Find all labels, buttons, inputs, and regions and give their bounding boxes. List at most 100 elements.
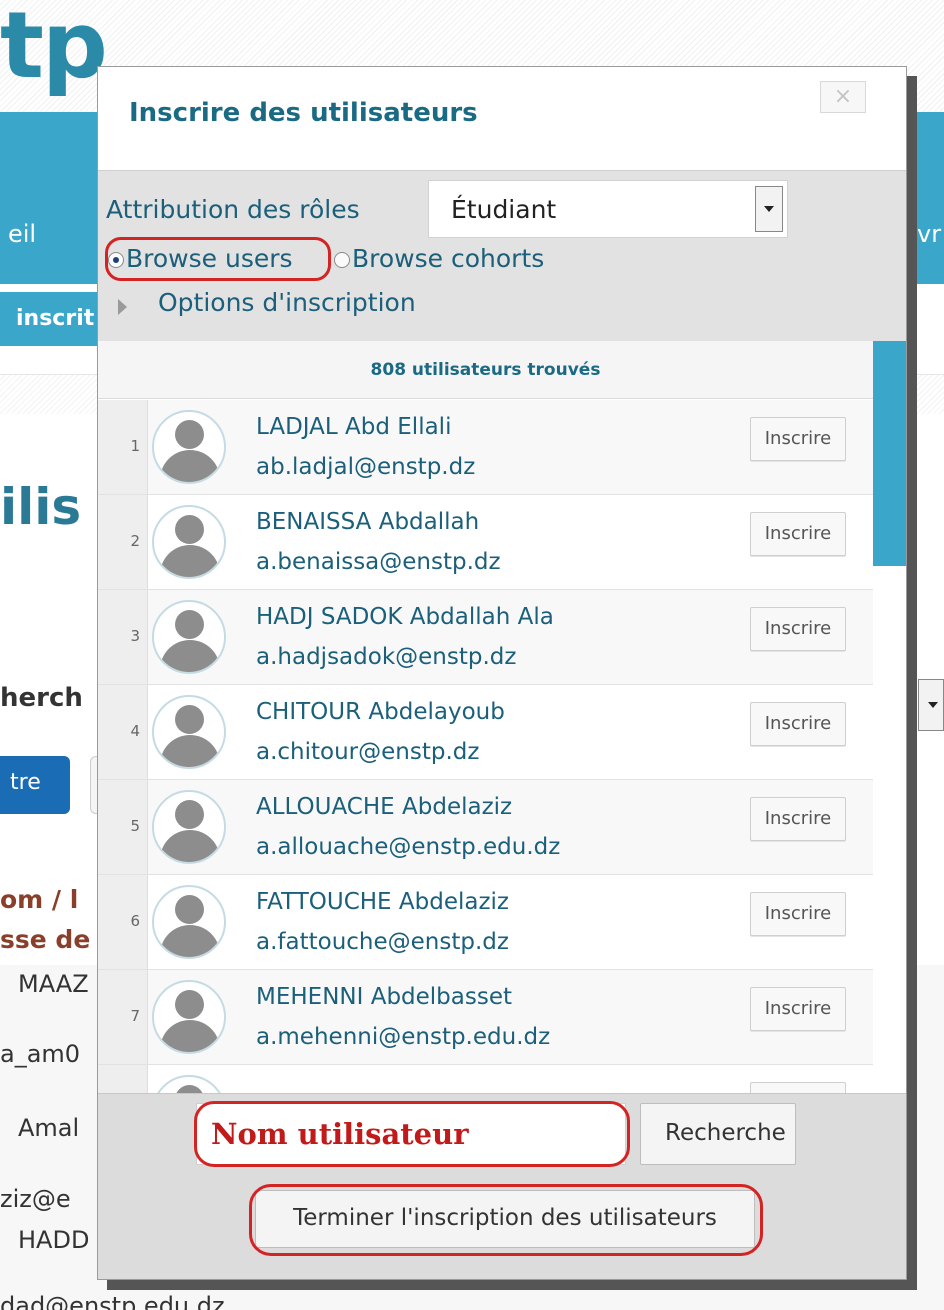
enroll-button[interactable]: Inscrire — [750, 417, 846, 461]
annotation-highlight — [194, 1101, 630, 1167]
table-cell: ziz@e — [0, 1185, 71, 1213]
row-number: 2 — [130, 532, 140, 550]
user-name: FATTOUCHE Abdelaziz — [256, 889, 509, 915]
avatar — [152, 600, 226, 674]
table-cell: a_am0 — [0, 1040, 81, 1068]
enroll-button[interactable]: Inscrire — [750, 512, 846, 556]
avatar-head-icon — [175, 800, 204, 829]
avatar-head-icon — [175, 895, 204, 924]
user-name: MEHENNI Abdelbasset — [256, 984, 513, 1010]
avatar-body-icon — [160, 830, 220, 862]
filter-button[interactable]: tre — [0, 756, 70, 814]
row-number: 5 — [130, 817, 140, 835]
site-logo[interactable]: tp — [0, 0, 108, 99]
enrol-users-dialog: Inscrire des utilisateurs × Attribution … — [97, 66, 907, 1280]
table-cell: HADD — [18, 1226, 90, 1254]
user-name: BENAISSA Abdallah — [256, 509, 480, 535]
avatar-head-icon — [175, 1085, 204, 1093]
list-item: 5 ALLOUACHE Abdelaziz a.allouache@enstp.… — [98, 780, 873, 875]
column-header-email[interactable]: sse de — [0, 925, 90, 954]
annotation-highlight — [105, 237, 331, 281]
search-button[interactable]: Recherche — [640, 1103, 796, 1165]
annotation-highlight — [249, 1184, 763, 1256]
enroll-button[interactable]: Inscrire — [750, 607, 846, 651]
avatar-body-icon — [160, 1020, 220, 1052]
list-item: 2 BENAISSA Abdallah a.benaissa@enstp.dz … — [98, 495, 873, 590]
list-item: 6 FATTOUCHE Abdelaziz a.fattouche@enstp.… — [98, 875, 873, 970]
table-cell: Amal — [18, 1114, 80, 1142]
avatar — [152, 790, 226, 864]
enrolment-options-label: Options d'inscription — [158, 288, 416, 317]
dialog-footer: Recherche Terminer l'inscription des uti… — [98, 1093, 906, 1279]
enroll-button[interactable]: Inscrire — [750, 987, 846, 1031]
enroll-button[interactable]: Inscrire — [750, 797, 846, 841]
user-email: ab.ladjal@enstp.dz — [256, 454, 476, 480]
user-email: a.fattouche@enstp.dz — [256, 929, 509, 955]
nav-item-right[interactable]: vr — [917, 220, 941, 248]
avatar-body-icon — [160, 640, 220, 672]
close-icon[interactable]: × — [820, 81, 866, 113]
row-number-cell: 7 — [98, 970, 148, 1064]
user-email: a.hadjsadok@enstp.dz — [256, 644, 517, 670]
row-number-cell: 1 — [98, 400, 148, 494]
avatar-body-icon — [160, 450, 220, 482]
results-count: 808 utilisateurs trouvés — [98, 341, 873, 399]
row-number: 3 — [130, 627, 140, 645]
list-item: 7 MEHENNI Abdelbasset a.mehenni@enstp.ed… — [98, 970, 873, 1065]
avatar-head-icon — [175, 705, 204, 734]
avatar-head-icon — [175, 610, 204, 639]
scrollbar-thumb[interactable] — [873, 341, 906, 566]
user-email: a.allouache@enstp.edu.dz — [256, 834, 561, 860]
user-email: a.chitour@enstp.dz — [256, 739, 480, 765]
user-name: ALLOUACHE Abdelaziz — [256, 794, 513, 820]
avatar — [152, 695, 226, 769]
expand-triangle-icon[interactable] — [118, 299, 127, 315]
column-header-name[interactable]: om / l — [0, 885, 78, 914]
row-number-cell: 2 — [98, 495, 148, 589]
radio-browse-cohorts-label: Browse cohorts — [352, 244, 545, 273]
avatar-body-icon — [160, 925, 220, 957]
avatar — [152, 980, 226, 1054]
background-select[interactable] — [918, 679, 944, 731]
avatar — [152, 505, 226, 579]
list-item: 1 LADJAL Abd Ellali ab.ladjal@enstp.dz I… — [98, 400, 873, 495]
role-select[interactable]: Étudiant — [428, 180, 788, 238]
roles-label: Attribution des rôles — [106, 195, 360, 224]
avatar — [152, 1075, 226, 1093]
dialog-title: Inscrire des utilisateurs — [129, 98, 478, 128]
user-email: a.benaissa@enstp.dz — [256, 549, 501, 575]
user-name: LADJAL Abd Ellali — [256, 414, 452, 440]
avatar — [152, 885, 226, 959]
avatar-body-icon — [160, 545, 220, 577]
user-name: HADJ SADOK Abdallah Ala — [256, 604, 554, 630]
nav-item-home[interactable]: eil — [8, 220, 36, 248]
table-cell: MAAZ — [18, 970, 89, 998]
role-select-value: Étudiant — [451, 195, 557, 224]
row-number-cell: 8 — [98, 1065, 148, 1093]
enroll-button[interactable]: Inscrire — [750, 702, 846, 746]
row-number: 7 — [130, 1007, 140, 1025]
row-number-cell: 6 — [98, 875, 148, 969]
avatar-head-icon — [175, 990, 204, 1019]
user-email: a.mehenni@enstp.edu.dz — [256, 1024, 551, 1050]
row-number-cell: 5 — [98, 780, 148, 874]
avatar — [152, 410, 226, 484]
list-item: 3 HADJ SADOK Abdallah Ala a.hadjsadok@en… — [98, 590, 873, 685]
chevron-down-icon[interactable] — [755, 186, 783, 232]
avatar-head-icon — [175, 515, 204, 544]
radio-unchecked-icon[interactable] — [334, 252, 350, 268]
enroll-button[interactable]: Inscrire — [750, 892, 846, 936]
table-cell: dad@enstp.edu.dz — [0, 1292, 225, 1310]
row-number-cell: 3 — [98, 590, 148, 684]
avatar-head-icon — [175, 420, 204, 449]
page-title: ilis — [0, 478, 82, 536]
avatar-body-icon — [160, 735, 220, 767]
row-number-cell: 4 — [98, 685, 148, 779]
user-name: CHITOUR Abdelayoub — [256, 699, 505, 725]
tab-inscriptions[interactable]: inscrit — [0, 292, 100, 346]
search-label: herch — [0, 683, 83, 713]
user-list: 808 utilisateurs trouvés 1 LADJAL Abd El… — [98, 341, 906, 1093]
list-item: 4 CHITOUR Abdelayoub a.chitour@enstp.dz … — [98, 685, 873, 780]
enroll-button[interactable]: Inscrire — [750, 1082, 846, 1093]
row-number: 4 — [130, 722, 140, 740]
